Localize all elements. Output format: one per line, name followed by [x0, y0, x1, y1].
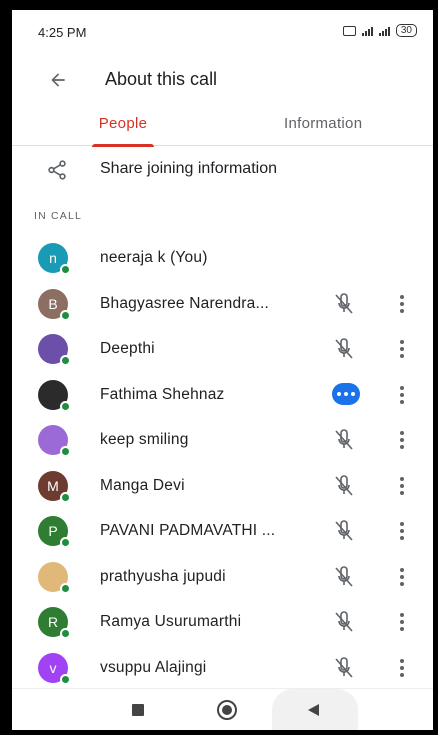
app-bar: About this call — [12, 50, 433, 108]
participant-row[interactable]: keep smiling — [12, 417, 433, 463]
back-button[interactable] — [44, 66, 72, 94]
battery-icon: 30 — [395, 24, 417, 37]
signal-icon — [361, 26, 373, 36]
system-nav-bar — [12, 688, 433, 730]
recents-button[interactable] — [132, 704, 144, 716]
more-vert-icon[interactable] — [394, 475, 410, 497]
more-vert-icon[interactable] — [394, 293, 410, 315]
participant-row[interactable]: Fathima Shehnaz — [12, 372, 433, 418]
online-status-dot — [60, 264, 71, 275]
back-triangle-icon — [308, 704, 319, 716]
mic-off-icon[interactable] — [332, 474, 356, 498]
share-joining-info-row[interactable]: Share joining information — [12, 146, 433, 192]
participant-name: Ramya Usurumarthi — [100, 613, 242, 630]
more-vert-icon[interactable] — [394, 611, 410, 633]
sim-icon — [342, 25, 356, 36]
avatar: P — [38, 516, 71, 548]
online-status-dot — [60, 537, 71, 548]
tab-information-label: Information — [284, 115, 363, 132]
arrow-back-icon — [51, 73, 65, 87]
participant-row[interactable]: R Ramya Usurumarthi — [12, 599, 433, 645]
participant-name: Deepthi — [100, 340, 155, 357]
mic-off-icon[interactable] — [332, 565, 356, 589]
online-status-dot — [60, 582, 71, 594]
participant-name: Bhagyasree Narendra... — [100, 294, 269, 312]
participant-row[interactable]: n neeraja k (You) — [12, 235, 433, 281]
more-horizontal-icon[interactable] — [332, 382, 360, 405]
online-status-dot — [60, 491, 71, 503]
more-vert-icon[interactable] — [394, 566, 410, 588]
status-icons: 30 — [342, 24, 417, 37]
signal-icon-2 — [378, 26, 390, 36]
avatar: R — [38, 607, 71, 639]
more-vert-icon[interactable] — [394, 384, 410, 406]
page-title: About this call — [105, 69, 218, 89]
more-vert-icon[interactable] — [394, 338, 410, 360]
more-vert-icon[interactable] — [394, 520, 410, 542]
avatar: n — [38, 243, 71, 275]
tab-people[interactable]: People — [92, 106, 154, 147]
avatar — [38, 561, 71, 594]
participant-name: keep smiling — [100, 431, 189, 448]
mic-off-icon[interactable] — [332, 292, 356, 316]
status-bar: 4:25 PM 30 — [12, 10, 433, 50]
participant-name: prathyusha jupudi — [100, 567, 226, 585]
participant-row[interactable]: B Bhagyasree Narendra... — [12, 281, 433, 327]
participant-name: Manga Devi — [100, 476, 185, 494]
system-back-button[interactable] — [272, 689, 358, 730]
online-status-dot — [60, 355, 71, 366]
online-status-dot — [60, 446, 71, 457]
tab-bar: People Information — [12, 106, 433, 147]
avatar: M — [38, 470, 71, 503]
online-status-dot — [60, 673, 71, 685]
share-icon — [48, 160, 66, 180]
avatar: B — [38, 288, 71, 321]
tab-information[interactable]: Information — [284, 106, 384, 146]
participant-row[interactable]: P PAVANI PADMAVATHI ... — [12, 508, 433, 554]
participant-row[interactable]: Deepthi — [12, 326, 433, 372]
participant-row[interactable]: M Manga Devi — [12, 463, 433, 509]
participant-row[interactable]: prathyusha jupudi — [12, 554, 433, 600]
tab-people-label: People — [98, 115, 148, 132]
home-button[interactable] — [217, 700, 237, 720]
status-time: 4:25 PM — [38, 25, 87, 40]
more-vert-icon[interactable] — [394, 657, 410, 679]
online-status-dot — [60, 309, 71, 321]
online-status-dot — [60, 400, 71, 412]
phone-screen: 4:25 PM 30 About this call People Inform… — [12, 10, 433, 730]
mic-off-icon[interactable] — [332, 610, 356, 634]
mic-off-icon[interactable] — [332, 337, 356, 361]
share-label: Share joining information — [100, 160, 277, 177]
mic-off-icon[interactable] — [332, 656, 356, 680]
more-vert-icon[interactable] — [394, 429, 410, 451]
avatar — [38, 425, 71, 457]
participant-name: PAVANI PADMAVATHI ... — [100, 522, 276, 539]
avatar — [38, 334, 71, 366]
participant-list: n neeraja k (You) B Bhagyasree Narendra... D… — [12, 235, 433, 690]
participant-name: Fathima Shehnaz — [100, 385, 225, 403]
avatar: v — [38, 652, 71, 685]
participant-name: vsuppu Alajingi — [100, 658, 207, 676]
mic-off-icon[interactable] — [332, 519, 356, 543]
mic-off-icon[interactable] — [332, 428, 356, 452]
avatar — [38, 379, 71, 412]
participant-row[interactable]: v vsuppu Alajingi — [12, 645, 433, 691]
participant-name: neeraja k (You) — [100, 249, 208, 266]
in-call-heading: IN CALL — [34, 210, 83, 222]
online-status-dot — [60, 628, 71, 639]
